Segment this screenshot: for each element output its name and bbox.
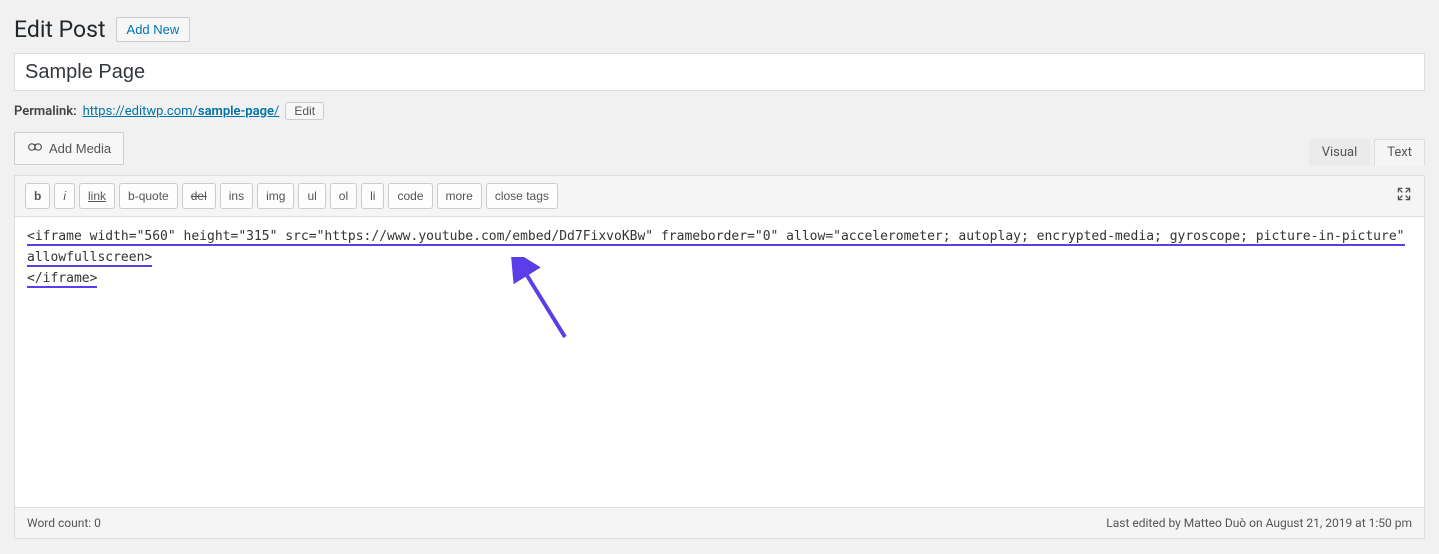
qt-italic-button[interactable]: i (54, 183, 75, 209)
qt-ul-button[interactable]: ul (298, 183, 325, 209)
qt-bquote-button[interactable]: b-quote (119, 183, 178, 209)
add-media-label: Add Media (49, 141, 111, 156)
code-line-1: <iframe width="560" height="315" src="ht… (27, 229, 1405, 267)
editor-textarea[interactable]: <iframe width="560" height="315" src="ht… (15, 217, 1424, 507)
media-icon (27, 139, 43, 158)
media-tabs-row: Add Media Visual Text (14, 132, 1425, 165)
editor-footer: Word count: 0 Last edited by Matteo Duò … (15, 507, 1424, 538)
edit-permalink-button[interactable]: Edit (285, 102, 324, 120)
permalink-base: https://editwp.com/ (83, 104, 198, 119)
page-header: Edit Post Add New (14, 8, 1425, 53)
qt-del-label: del (191, 189, 207, 203)
permalink-slug: sample-page (198, 104, 274, 119)
qt-bold-label: b (34, 189, 41, 203)
editor-container: b i link b-quote del ins img ul ol li co… (14, 175, 1425, 539)
word-count: Word count: 0 (27, 516, 101, 530)
tab-text[interactable]: Text (1374, 139, 1425, 166)
add-media-button[interactable]: Add Media (14, 132, 124, 165)
qt-italic-label: i (63, 189, 66, 203)
qt-ins-button[interactable]: ins (220, 183, 253, 209)
last-edited: Last edited by Matteo Duò on August 21, … (1106, 516, 1412, 530)
permalink-row: Permalink: https://editwp.com/sample-pag… (14, 97, 1425, 132)
permalink-label: Permalink: (14, 104, 77, 119)
page-title: Edit Post (14, 16, 106, 43)
editor-toolbar: b i link b-quote del ins img ul ol li co… (15, 176, 1424, 217)
permalink-link[interactable]: https://editwp.com/sample-page/ (83, 104, 280, 119)
add-new-button[interactable]: Add New (116, 17, 191, 42)
qt-link-label: link (88, 189, 106, 203)
qt-code-button[interactable]: code (388, 183, 432, 209)
code-line-2: </iframe> (27, 271, 97, 288)
qt-ol-button[interactable]: ol (330, 183, 357, 209)
qt-more-button[interactable]: more (437, 183, 482, 209)
editor-tabs: Visual Text (1309, 138, 1425, 165)
fullscreen-icon[interactable] (1394, 184, 1414, 208)
qt-link-button[interactable]: link (79, 183, 115, 209)
title-input-wrap (14, 53, 1425, 91)
qt-close-button[interactable]: close tags (486, 183, 558, 209)
quicktags-toolbar: b i link b-quote del ins img ul ol li co… (25, 183, 558, 209)
tab-visual[interactable]: Visual (1309, 139, 1371, 166)
permalink-trail: / (274, 104, 279, 119)
qt-li-button[interactable]: li (361, 183, 384, 209)
qt-img-button[interactable]: img (257, 183, 294, 209)
qt-del-button[interactable]: del (182, 183, 216, 209)
annotation-arrow-icon (505, 257, 585, 347)
post-title-input[interactable] (14, 53, 1425, 91)
qt-bold-button[interactable]: b (25, 183, 50, 209)
